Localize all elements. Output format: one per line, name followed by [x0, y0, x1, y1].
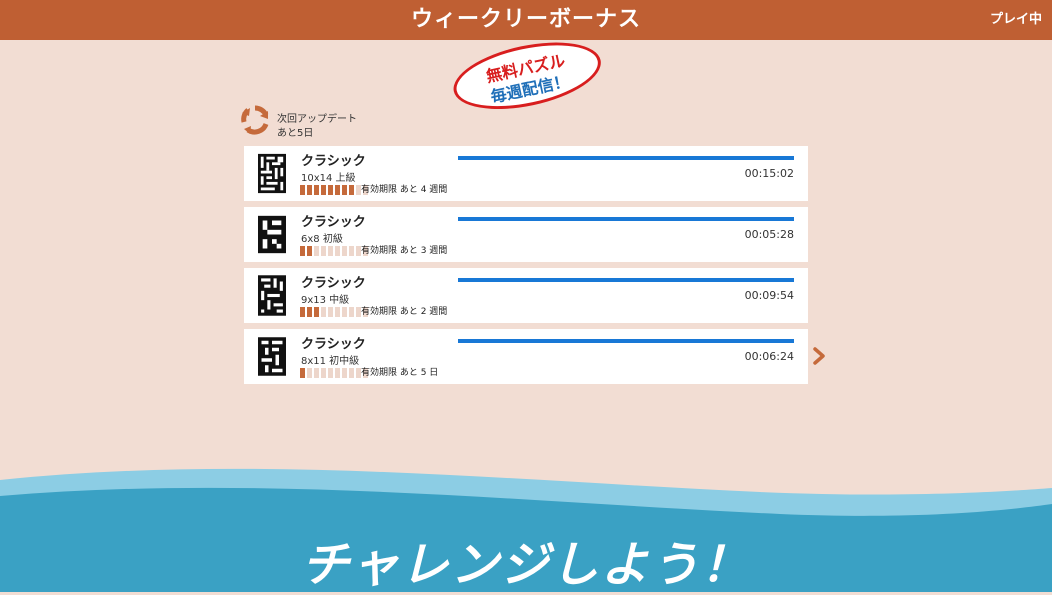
next-update-label: 次回アップデート [277, 114, 357, 125]
expiry-text: 有効期限 あと 3 週間 [361, 246, 448, 256]
expiry-segment [300, 307, 305, 317]
puzzle-size: 9x13 中級 [301, 295, 350, 306]
play-time: 00:05:28 [744, 228, 794, 241]
expiry-segment [300, 246, 305, 256]
expiry-segment [307, 307, 312, 317]
expiry-segment [321, 307, 326, 317]
refresh-icon [241, 105, 269, 135]
challenge-banner: チャレンジしよう！ [301, 537, 751, 593]
puzzle-card[interactable]: クラシック 10x14 上級 有効期限 あと 4 週間 00:15:02 [244, 146, 808, 201]
expiry-meter [300, 368, 368, 378]
expiry-segment [307, 246, 312, 256]
play-status[interactable]: プレイ中 [990, 0, 1042, 40]
expiry-segment [349, 368, 354, 378]
expiry-segment [300, 185, 305, 195]
expiry-meter [300, 307, 368, 317]
puzzle-list: クラシック 10x14 上級 有効期限 あと 4 週間 00:15:02 クラシ… [244, 146, 808, 390]
page-title: ウィークリーボーナス [410, 7, 641, 32]
puzzle-size: 6x8 初級 [301, 234, 343, 245]
expiry-text: 有効期限 あと 2 週間 [361, 307, 448, 317]
header-bar: ウィークリーボーナス プレイ中 [0, 0, 1052, 40]
expiry-segment [314, 246, 319, 256]
expiry-segment [300, 368, 305, 378]
progress-line [458, 156, 794, 160]
expiry-text: 有効期限 あと 5 日 [361, 368, 439, 378]
progress-line [458, 217, 794, 221]
play-time: 00:09:54 [744, 289, 794, 302]
expiry-segment [328, 307, 333, 317]
expiry-segment [321, 185, 326, 195]
expiry-segment [321, 246, 326, 256]
expiry-segment [328, 185, 333, 195]
puzzle-size: 10x14 上級 [301, 173, 356, 184]
expiry-segment [314, 307, 319, 317]
expiry-meter [300, 185, 368, 195]
expiry-segment [314, 185, 319, 195]
progress-line [458, 339, 794, 343]
puzzle-title: クラシック [301, 215, 366, 230]
expiry-segment [349, 185, 354, 195]
puzzle-thumbnail [258, 153, 286, 194]
expiry-segment [342, 307, 347, 317]
expiry-meter [300, 246, 368, 256]
play-time: 00:06:24 [744, 350, 794, 363]
expiry-segment [342, 185, 347, 195]
expiry-text: 有効期限 あと 4 週間 [361, 185, 448, 195]
puzzle-thumbnail [258, 215, 286, 254]
expiry-segment [335, 246, 340, 256]
progress-line [458, 278, 794, 282]
expiry-segment [307, 368, 312, 378]
puzzle-card[interactable]: クラシック 9x13 中級 有効期限 あと 2 週間 00:09:54 [244, 268, 808, 323]
expiry-segment [349, 307, 354, 317]
expiry-segment [328, 246, 333, 256]
puzzle-title: クラシック [301, 337, 366, 352]
puzzle-title: クラシック [301, 154, 366, 169]
expiry-segment [335, 307, 340, 317]
expiry-segment [342, 246, 347, 256]
expiry-segment [328, 368, 333, 378]
puzzle-thumbnail [258, 337, 286, 376]
free-puzzle-badge: 無料パズル 毎週配信！ [447, 30, 607, 121]
puzzle-title: クラシック [301, 276, 366, 291]
expiry-segment [307, 185, 312, 195]
puzzle-thumbnail [258, 275, 286, 316]
play-time: 00:15:02 [744, 167, 794, 180]
expiry-segment [335, 368, 340, 378]
chevron-right-icon[interactable] [812, 347, 826, 365]
puzzle-card[interactable]: クラシック 8x11 初中級 有効期限 あと 5 日 00:06:24 [244, 329, 808, 384]
expiry-segment [349, 246, 354, 256]
expiry-segment [335, 185, 340, 195]
puzzle-card[interactable]: クラシック 6x8 初級 有効期限 あと 3 週間 00:05:28 [244, 207, 808, 262]
puzzle-size: 8x11 初中級 [301, 356, 360, 367]
expiry-segment [342, 368, 347, 378]
next-update-days: あと5日 [277, 128, 314, 139]
expiry-segment [314, 368, 319, 378]
expiry-segment [321, 368, 326, 378]
